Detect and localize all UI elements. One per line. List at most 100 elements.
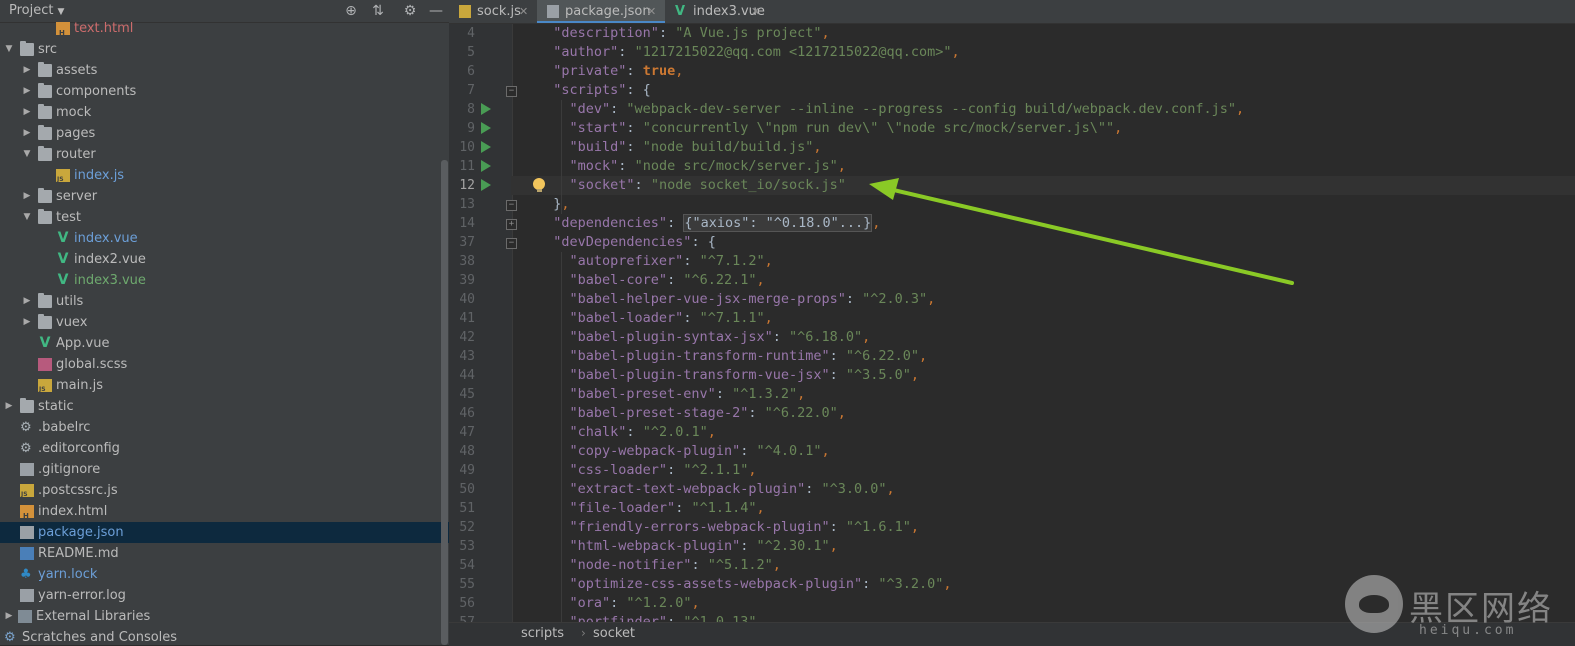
project-scrollbar[interactable] [441,160,448,645]
crosshair-icon[interactable]: ⊕ [343,3,359,19]
line-number: 7 [467,83,475,98]
text-file-icon [20,463,34,476]
tree-item[interactable]: ▶ vuex [0,312,449,333]
run-script-icon[interactable] [481,141,491,153]
tree-item-label: index3.vue [74,273,146,288]
code-line: "scripts": { [553,82,651,98]
code-line: "friendly-errors-webpack-plugin": "^1.6.… [569,519,920,535]
tree-item[interactable]: Vindex2.vue [0,249,449,270]
editor-tab[interactable]: Vindex3.vue ✕ [665,0,769,23]
tree-item[interactable]: ▶ static [0,396,449,417]
line-number: 40 [459,292,475,307]
tree-item[interactable]: index.js [0,165,449,186]
collapsed-arrow-icon[interactable]: ▶ [22,291,32,312]
run-script-icon[interactable] [481,179,491,191]
expanded-arrow-icon[interactable]: ▼ [22,144,32,165]
close-icon[interactable]: ✕ [647,0,656,23]
tree-item[interactable]: ▶ components [0,81,449,102]
expanded-arrow-icon[interactable]: ▼ [4,39,14,60]
tree-item[interactable]: ⚙ Scratches and Consoles [0,627,449,645]
tree-item[interactable]: ▶ pages [0,123,449,144]
code-line: "dev": "webpack-dev-server --inline --pr… [569,101,1245,117]
tree-item[interactable]: main.js [0,375,449,396]
editor-tab[interactable]: sock.js ✕ [449,0,537,23]
tree-item[interactable]: ▶ External Libraries [0,606,449,627]
collapsed-arrow-icon[interactable]: ▶ [22,102,32,123]
project-view-selector[interactable]: Project ▼ [9,3,64,18]
js-file-icon [20,484,34,498]
tree-item-label: main.js [56,378,103,393]
tree-item[interactable]: Vindex3.vue [0,270,449,291]
tree-item[interactable]: yarn-error.log [0,585,449,606]
tree-item[interactable]: text.html [0,18,449,39]
code-line: "babel-core": "^6.22.1", [569,272,765,288]
tree-item-label: yarn-error.log [38,588,126,603]
collapsed-arrow-icon[interactable]: ▶ [4,396,14,417]
tree-item[interactable]: .gitignore [0,459,449,480]
tree-item[interactable]: ⚙ .editorconfig [0,438,449,459]
collapse-icon[interactable]: ⇅ [370,3,386,19]
line-number: 12 [459,178,475,193]
ide-window: Project▼ ⊕ ⇅ ⚙ — text.html▼src▶assets▶co… [0,0,1575,646]
collapsed-arrow-icon[interactable]: ▶ [22,81,32,102]
tree-item-label: global.scss [56,357,128,372]
tree-item-label: mock [56,105,92,120]
close-icon[interactable]: ✕ [751,0,760,23]
tree-item[interactable]: package.json [0,522,449,543]
tree-item[interactable]: ♣ yarn.lock [0,564,449,585]
tree-item[interactable]: V App.vue [0,333,449,354]
collapsed-arrow-icon[interactable]: ▶ [4,606,14,627]
tree-item[interactable]: ▶ mock [0,102,449,123]
code-area[interactable]: "description": "A Vue.js project", "auth… [511,24,1575,630]
library-icon [18,610,32,623]
collapsed-arrow-icon[interactable]: ▶ [22,312,32,333]
code-line: "babel-plugin-syntax-jsx": "^6.18.0", [569,329,871,345]
tree-item-label: components [56,84,137,99]
line-number: 48 [459,444,475,459]
config-file-icon: ⚙ [20,420,32,435]
run-script-icon[interactable] [481,160,491,172]
minimize-icon[interactable]: — [428,3,444,19]
collapsed-arrow-icon[interactable]: ▶ [22,186,32,207]
line-number: 6 [467,64,475,79]
expanded-arrow-icon[interactable]: ▼ [22,207,32,228]
code-line: "optimize-css-assets-webpack-plugin": "^… [569,576,952,592]
tree-item[interactable]: ▼ router [0,144,449,165]
tree-item-label: text.html [74,21,134,36]
line-number: 13 [459,197,475,212]
line-number: 49 [459,463,475,478]
tree-item[interactable]: ▶ utils [0,291,449,312]
close-icon[interactable]: ✕ [519,0,528,23]
collapsed-arrow-icon[interactable]: ▶ [22,123,32,144]
run-script-icon[interactable] [481,122,491,134]
line-number: 44 [459,368,475,383]
folder-icon [38,146,52,161]
folder-icon [38,188,52,203]
breadcrumb-item[interactable]: socket [593,626,635,641]
tree-item[interactable]: ▼ src [0,39,449,60]
tree-item[interactable]: ▼ test [0,207,449,228]
folder-icon [38,209,52,224]
gear-icon[interactable]: ⚙ [402,3,418,19]
tree-item[interactable]: .postcssrc.js [0,480,449,501]
tree-item-label: README.md [38,546,119,561]
tree-item[interactable]: ▶ assets [0,60,449,81]
tree-item[interactable]: ▶ server [0,186,449,207]
tree-item[interactable]: ⚙ .babelrc [0,417,449,438]
collapsed-arrow-icon[interactable]: ▶ [22,60,32,81]
editor-tab[interactable]: package.json ✕ [537,0,665,23]
code-line: "author": "1217215022@qq.com <1217215022… [553,44,960,60]
line-number: 8 [467,102,475,117]
code-line: "node-notifier": "^5.1.2", [569,557,781,573]
tree-item[interactable]: index.html [0,501,449,522]
breadcrumb-item[interactable]: scripts [521,626,564,641]
project-panel: Project▼ ⊕ ⇅ ⚙ — text.html▼src▶assets▶co… [0,0,449,645]
line-number: 45 [459,387,475,402]
tree-item[interactable]: global.scss [0,354,449,375]
tree-item[interactable]: README.md [0,543,449,564]
tree-item-label: utils [56,294,84,309]
run-script-icon[interactable] [481,103,491,115]
line-number: 47 [459,425,475,440]
tree-item[interactable]: Vindex.vue [0,228,449,249]
code-line: "start": "concurrently \"npm run dev\" \… [569,120,1123,136]
